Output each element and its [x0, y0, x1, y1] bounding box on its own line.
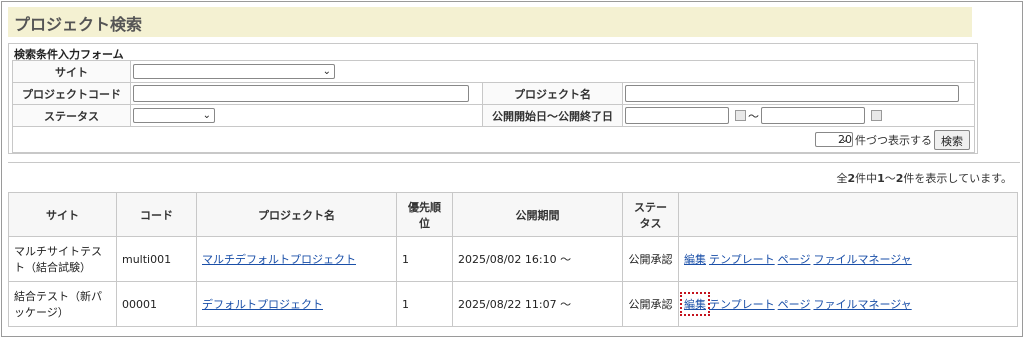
code-cell	[130, 82, 483, 105]
code-input[interactable]	[133, 85, 469, 102]
page-link[interactable]: ページ	[778, 253, 811, 266]
project-name-input[interactable]	[625, 85, 959, 102]
count-suffix: 件を表示しています。	[903, 172, 1012, 185]
count-sep: ～	[884, 172, 896, 185]
cell-actions: 編集 テンプレート ページ ファイルマネージャ	[678, 236, 1018, 282]
col-header-status: ステー タス	[622, 192, 679, 237]
chevron-down-icon: ⌄	[840, 134, 849, 145]
per-page-select[interactable]: 20 ⌄	[815, 132, 853, 147]
table-row: マルチサイトテスト（結合試験） multi001 マルチデフォルトプロジェクト …	[8, 236, 1018, 282]
page-title: プロジェクト検索	[8, 7, 972, 37]
col-header-name: プロジェクト名	[196, 192, 397, 237]
col-header-code: コード	[116, 192, 197, 237]
result-count: 全2件中1～2件を表示しています。	[836, 170, 1012, 186]
count-total: 2	[847, 172, 856, 185]
site-label: サイト	[12, 60, 131, 83]
search-form: 検索条件入力フォーム サイト ⌄ プロジェクトコード プロジェクト名 ステータス…	[8, 43, 978, 154]
site-select[interactable]: ⌄	[133, 64, 335, 79]
cell-code: 00001	[116, 281, 197, 327]
cell-code: multi001	[116, 236, 197, 282]
cell-period: 2025/08/22 11:07 ～	[452, 281, 623, 327]
cell-actions: 編集 テンプレート ページ ファイルマネージャ	[678, 281, 1018, 327]
template-link[interactable]: テンプレート	[709, 298, 775, 311]
project-name-link[interactable]: マルチデフォルトプロジェクト	[202, 253, 356, 266]
period-tilde: ～	[748, 109, 759, 123]
cell-name: デフォルトプロジェクト	[196, 281, 397, 327]
paging-cell: 20 ⌄ 件づつ表示する 検索	[12, 126, 975, 153]
page-link[interactable]: ページ	[778, 298, 811, 311]
count-mid: 件中	[855, 172, 878, 185]
edit-link[interactable]: 編集	[684, 253, 706, 266]
count-from: 1	[877, 172, 885, 185]
project-name-link[interactable]: デフォルトプロジェクト	[202, 298, 323, 311]
chevron-down-icon: ⌄	[322, 66, 331, 77]
cell-name: マルチデフォルトプロジェクト	[196, 236, 397, 282]
chevron-down-icon: ⌄	[202, 110, 211, 121]
table-row: 結合テスト（新パッケージ） 00001 デフォルトプロジェクト 1 2025/0…	[8, 281, 1018, 327]
period-label: 公開開始日～公開終了日	[482, 104, 623, 127]
search-button[interactable]: 検索	[934, 129, 970, 150]
period-end-input[interactable]	[761, 107, 865, 124]
period-cell: ～	[622, 104, 975, 127]
cell-period: 2025/08/02 16:10 ～	[452, 236, 623, 282]
period-start-input[interactable]	[625, 107, 729, 124]
result-table: サイト コード プロジェクト名 優先順 位 公開期間 ステー タス マルチサイト…	[8, 192, 1018, 327]
calendar-icon[interactable]	[871, 110, 882, 121]
site-cell: ⌄	[130, 60, 975, 83]
window-frame: プロジェクト検索 検索条件入力フォーム サイト ⌄ プロジェクトコード プロジェ…	[1, 1, 1023, 337]
status-select[interactable]: ⌄	[133, 108, 215, 123]
cell-priority: 1	[396, 236, 453, 282]
cell-status: 公開承認	[622, 281, 679, 327]
count-prefix: 全	[836, 172, 848, 185]
status-cell: ⌄	[130, 104, 483, 127]
file-manager-link[interactable]: ファイルマネージャ	[813, 298, 911, 311]
col-header-period: 公開期間	[452, 192, 623, 237]
cell-site: 結合テスト（新パッケージ）	[8, 281, 117, 327]
cell-status: 公開承認	[622, 236, 679, 282]
status-label: ステータス	[12, 104, 131, 127]
name-label: プロジェクト名	[482, 82, 623, 105]
code-label: プロジェクトコード	[12, 82, 131, 105]
template-link[interactable]: テンプレート	[709, 253, 775, 266]
col-header-site: サイト	[8, 192, 117, 237]
divider	[8, 162, 1020, 163]
cell-priority: 1	[396, 281, 453, 327]
col-header-priority: 優先順 位	[396, 192, 453, 237]
edit-link-highlighted[interactable]: 編集	[680, 292, 710, 316]
search-form-table: サイト ⌄ プロジェクトコード プロジェクト名 ステータス ⌄ 公開開始日～公開…	[12, 60, 975, 153]
cell-site: マルチサイトテスト（結合試験）	[8, 236, 117, 282]
name-cell	[622, 82, 975, 105]
per-page-label: 件づつ表示する	[855, 133, 932, 147]
calendar-icon[interactable]	[735, 110, 746, 121]
col-header-actions	[678, 192, 1018, 237]
file-manager-link[interactable]: ファイルマネージャ	[813, 253, 911, 266]
